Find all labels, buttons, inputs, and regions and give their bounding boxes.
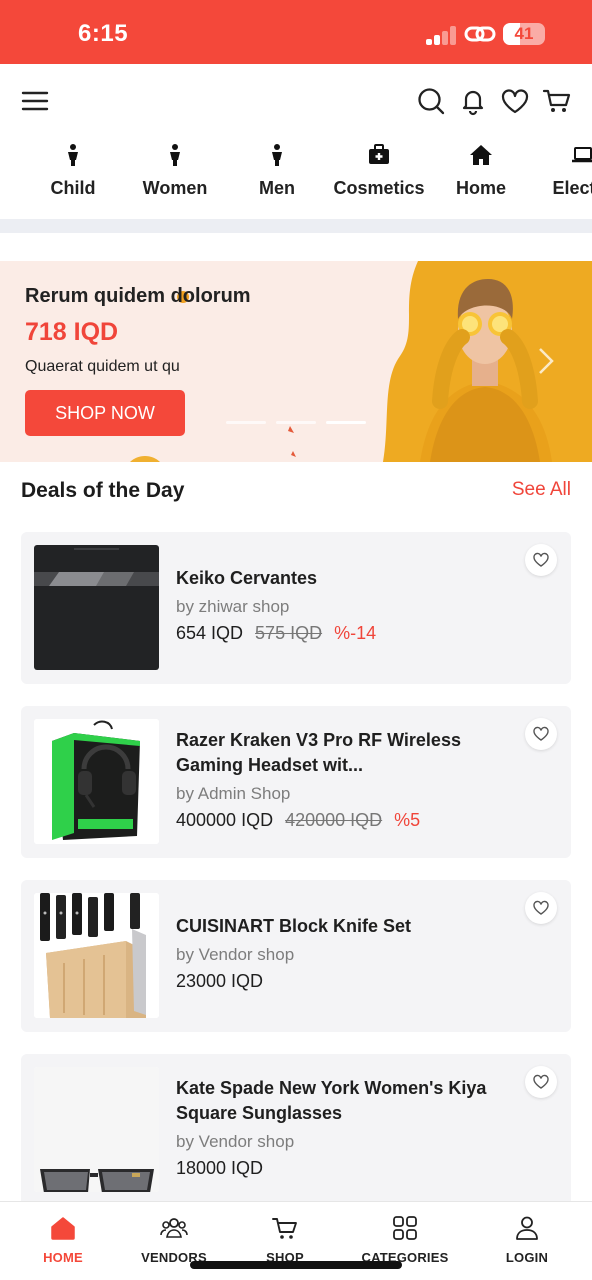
promo-banner[interactable]: Rerum quidem dolorum 718 IQD Quaerat qui… (0, 261, 592, 462)
heart-icon (533, 726, 549, 741)
nav-home[interactable]: HOME (13, 1214, 113, 1265)
product-card[interactable]: Kate Spade New York Women's Kiya Square … (21, 1054, 571, 1206)
product-name: Keiko Cervantes (176, 568, 318, 588)
nav-categories[interactable]: CATEGORIES (355, 1214, 455, 1265)
cellular-signal-icon (426, 25, 458, 45)
status-time: 6:15 (78, 20, 129, 47)
product-card[interactable]: Keiko Cervantes by zhiwar shop 654 IQD 57… (21, 532, 571, 684)
person-icon (264, 142, 290, 168)
product-card[interactable]: CUISINART Block Knife Set by Vendor shop… (21, 880, 571, 1032)
category-strip: Child Women Men Cosmetics Home Electro (0, 136, 592, 212)
heart-icon (533, 1074, 549, 1089)
hamburger-menu-icon[interactable] (20, 86, 50, 116)
heart-icon (533, 900, 549, 915)
product-name: Kate Spade New York Women's Kiya Square … (176, 1078, 487, 1123)
product-vendor: by zhiwar shop (176, 597, 290, 616)
product-vendor: by Vendor shop (176, 945, 295, 964)
nav-login[interactable]: LOGIN (477, 1214, 577, 1265)
banner-title: Rerum quidem dolorum (25, 285, 251, 307)
banner-subtitle: Quaerat quidem ut qu (25, 358, 180, 375)
product-old-price: 575 IQD (255, 623, 323, 643)
shop-now-button[interactable]: SHOP NOW (25, 390, 185, 436)
product-image (34, 545, 159, 670)
product-card[interactable]: Razer Kraken V3 Pro RF Wireless Gaming H… (21, 706, 571, 858)
product-image (34, 893, 159, 1018)
person-icon (60, 142, 86, 168)
see-all-link[interactable]: See All (512, 479, 571, 501)
heart-icon (533, 552, 549, 567)
product-price: 23000 IQD (176, 971, 264, 991)
product-price-row: 400000 IQD 420000 IQD %5 (176, 810, 420, 831)
person-icon (162, 142, 188, 168)
category-home[interactable]: Home (429, 142, 533, 199)
battery-icon: 41 (503, 23, 545, 45)
banner-next-arrow-icon[interactable] (536, 346, 556, 376)
favorite-button[interactable] (525, 544, 557, 576)
favorite-button[interactable] (525, 1066, 557, 1098)
favorite-button[interactable] (525, 718, 557, 750)
category-men[interactable]: Men (225, 142, 329, 199)
product-price: 18000 IQD (176, 1158, 264, 1178)
product-image (34, 1067, 159, 1192)
nav-vendors[interactable]: VENDORS (124, 1214, 224, 1265)
cart-icon (271, 1214, 299, 1242)
cart-icon[interactable] (542, 86, 572, 116)
product-vendor: by Admin Shop (176, 784, 291, 803)
product-price-row: 654 IQD 575 IQD %-14 (176, 623, 376, 644)
product-name: Razer Kraken V3 Pro RF Wireless Gaming H… (176, 730, 461, 775)
product-vendor: by Vendor shop (176, 1132, 295, 1151)
deals-section-title: Deals of the Day (21, 479, 185, 502)
laptop-icon (570, 142, 592, 168)
status-bar: 6:15 41 (0, 0, 592, 64)
category-electronics[interactable]: Electro (531, 142, 592, 199)
battery-level: 41 (514, 24, 534, 43)
product-discount: %-14 (334, 623, 377, 643)
category-cosmetics[interactable]: Cosmetics (327, 142, 431, 199)
first-aid-kit-icon (366, 142, 392, 168)
house-icon (468, 142, 494, 168)
product-price-row: 18000 IQD (176, 1158, 263, 1179)
personal-hotspot-icon (464, 26, 496, 42)
bell-icon[interactable] (458, 86, 488, 116)
home-indicator[interactable] (190, 1261, 402, 1269)
section-divider (0, 219, 592, 233)
home-icon (49, 1214, 77, 1242)
product-price-row: 23000 IQD (176, 971, 263, 992)
favorite-button[interactable] (525, 892, 557, 924)
nav-shop[interactable]: SHOP (235, 1214, 335, 1265)
product-price: 654 IQD (176, 623, 244, 643)
search-icon[interactable] (416, 86, 446, 116)
categories-grid-icon (391, 1214, 419, 1242)
vendors-icon (160, 1214, 188, 1242)
category-women[interactable]: Women (123, 142, 227, 199)
banner-model-image (383, 261, 592, 462)
banner-pagination[interactable] (226, 421, 366, 425)
category-child[interactable]: Child (21, 142, 125, 199)
product-price: 400000 IQD (176, 810, 274, 830)
product-discount: %5 (394, 810, 421, 830)
heart-icon[interactable] (500, 86, 530, 116)
banner-price: 718 IQD (25, 318, 119, 346)
product-old-price: 420000 IQD (285, 810, 383, 830)
product-image (34, 719, 159, 844)
product-name: CUISINART Block Knife Set (176, 916, 412, 936)
user-icon (513, 1214, 541, 1242)
